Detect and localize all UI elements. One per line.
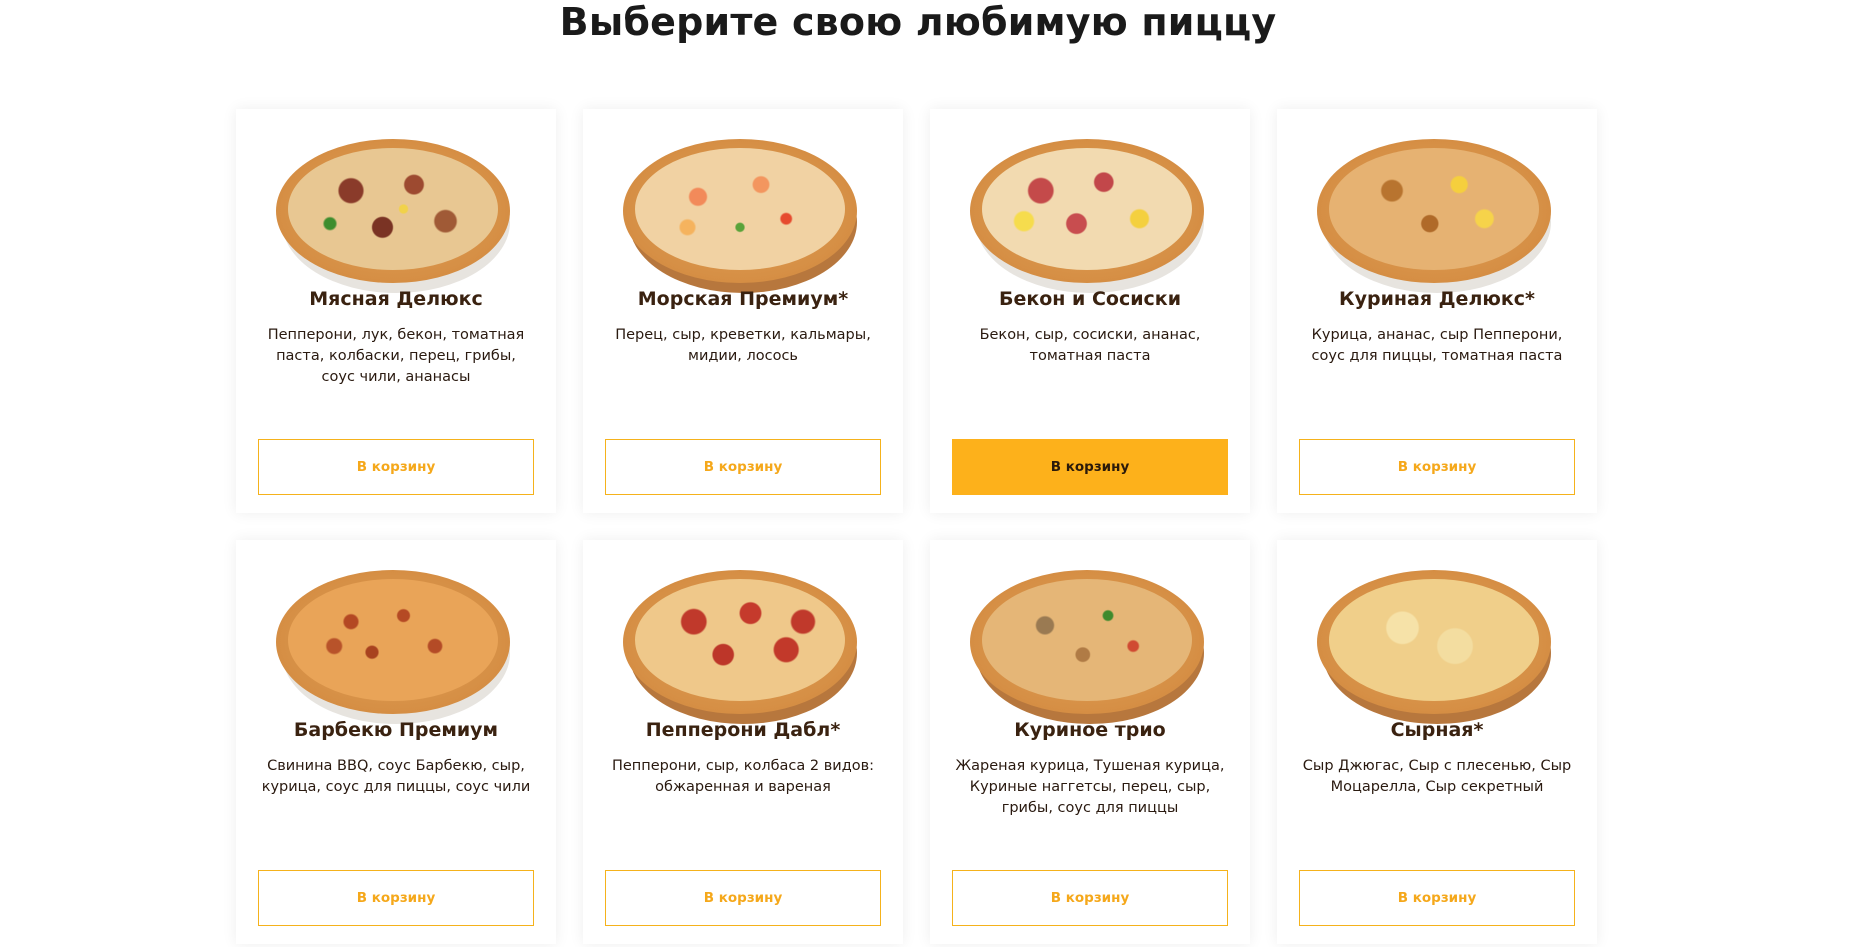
pizza-description: Пепперони, сыр, колбаса 2 видов: обжарен… [611,758,875,795]
pizza-bacon-sausage-image [970,139,1210,299]
pizza-name: Куриная Делюкс* [1339,288,1535,310]
pizza-bbq-premium-image [276,570,516,730]
pizza-chicken-trio-image [970,570,1210,730]
pizza-seafood-premium-image [623,139,863,299]
pizza-description: Бекон, сыр, сосиски, ананас, томатная па… [979,327,1201,364]
page-title: Выберите свою любимую пиццу [559,0,1277,44]
pizza-cheese-image [1317,570,1557,730]
pizza-card: Куриная Делюкс* Курица, ананас, сыр Пепп… [1277,109,1597,513]
pizza-card: Морская Премиум* Перец, сыр, креветки, к… [583,109,903,513]
pizza-card: Куриное трио Жареная курица, Тушеная кур… [930,540,1250,944]
add-to-cart-button[interactable]: В корзину [952,870,1228,926]
add-to-cart-button[interactable]: В корзину [952,439,1228,495]
pizza-name: Барбекю Премиум [293,719,499,741]
add-to-cart-button[interactable]: В корзину [605,870,881,926]
add-to-cart-button[interactable]: В корзину [1299,439,1575,495]
add-to-cart-button[interactable]: В корзину [258,439,534,495]
pizza-name: Мясная Делюкс [309,288,483,310]
pizza-name: Бекон и Сосиски [998,288,1182,310]
pizza-description: Курица, ананас, сыр Пепперони, соус для … [1311,327,1563,364]
pizza-description: Пепперони, лук, бекон, томатная паста, к… [267,327,525,385]
pizza-description: Перец, сыр, креветки, кальмары, мидии, л… [615,327,871,364]
add-to-cart-button[interactable]: В корзину [605,439,881,495]
pizza-chicken-deluxe-image [1317,139,1557,299]
pizza-description: Свинина BBQ, соус Барбекю, сыр, курица, … [261,758,531,795]
add-to-cart-button[interactable]: В корзину [258,870,534,926]
pizza-name: Куриное трио [1014,719,1166,741]
pizza-name: Сырная* [1390,719,1484,741]
pizza-card: Барбекю Премиум Свинина BBQ, соус Барбек… [236,540,556,944]
pizza-card: Пепперони Дабл* Пепперони, сыр, колбаса … [583,540,903,944]
pizza-name: Пепперони Дабл* [645,719,841,741]
pizza-name: Морская Премиум* [637,288,849,310]
pizza-description: Жареная курица, Тушеная курица, Куриные … [955,758,1225,816]
pizza-menu-page: Выберите свою любимую пиццу Мясная Делюк… [0,0,1850,947]
pizza-grid: Мясная Делюкс Пепперони, лук, бекон, том… [236,109,1597,944]
add-to-cart-button[interactable]: В корзину [1299,870,1575,926]
pizza-card: Сырная* Сыр Джюгас, Сыр с плесенью, Сыр … [1277,540,1597,944]
pizza-card: Мясная Делюкс Пепперони, лук, бекон, том… [236,109,556,513]
pizza-card: Бекон и Сосиски Бекон, сыр, сосиски, ана… [930,109,1250,513]
pizza-pepperoni-double-image [623,570,863,730]
pizza-meat-deluxe-image [276,139,516,299]
pizza-description: Сыр Джюгас, Сыр с плесенью, Сыр Моцарелл… [1302,758,1572,795]
